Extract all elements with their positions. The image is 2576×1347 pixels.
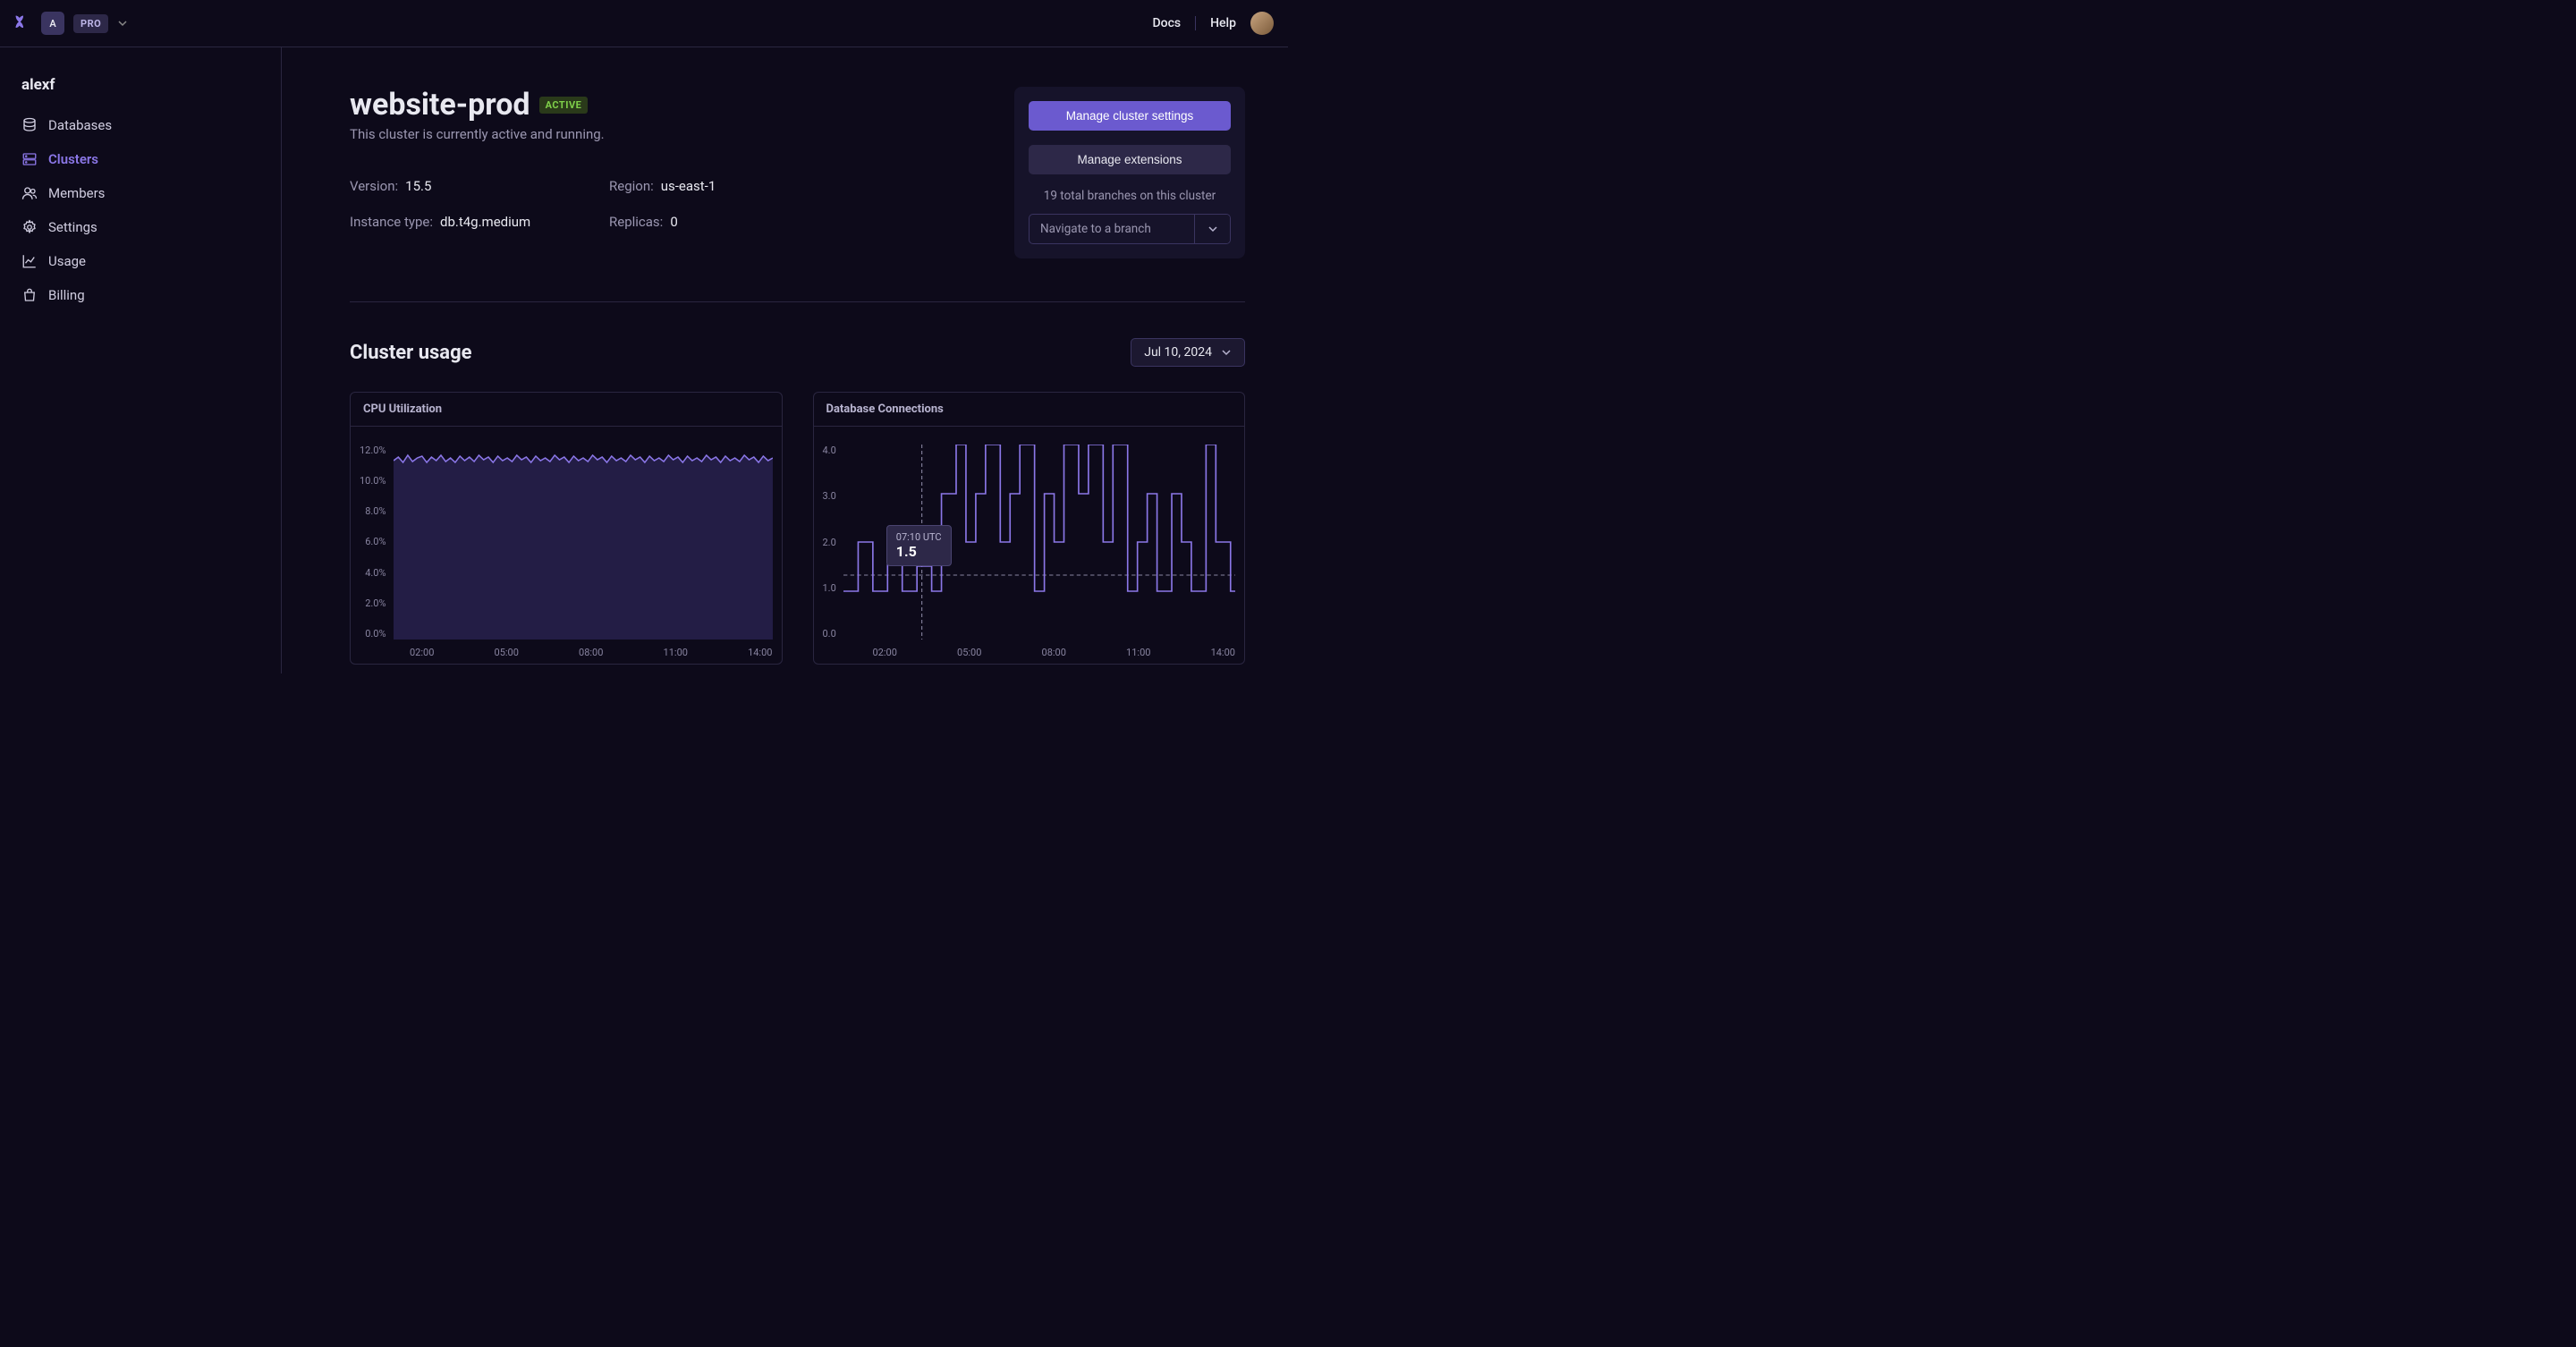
conn-x-axis: 02:00 05:00 08:00 11:00 14:00 — [823, 640, 1236, 658]
cpu-plot[interactable] — [394, 445, 773, 640]
chevron-down-icon — [1221, 347, 1232, 358]
manage-extensions-button[interactable]: Manage extensions — [1029, 145, 1231, 174]
branch-count-note: 19 total branches on this cluster — [1029, 189, 1231, 203]
server-icon — [21, 151, 38, 167]
branch-select-placeholder: Navigate to a branch — [1030, 215, 1194, 243]
date-picker[interactable]: Jul 10, 2024 — [1131, 338, 1245, 367]
instance-value: db.t4g.medium — [440, 214, 530, 230]
sidebar-item-label: Billing — [48, 287, 85, 303]
chevron-down-icon — [1208, 224, 1218, 234]
region-label: Region: — [609, 178, 654, 194]
conn-y-axis: 4.0 3.0 2.0 1.0 0.0 — [823, 445, 843, 640]
sidebar-item-members[interactable]: Members — [14, 176, 267, 210]
version-label: Version: — [350, 178, 398, 194]
users-icon — [21, 185, 38, 201]
database-icon — [21, 117, 38, 133]
sidebar-item-label: Members — [48, 185, 105, 201]
branch-select-toggle[interactable] — [1194, 215, 1230, 243]
sidebar-title: alexf — [14, 76, 267, 108]
docs-link[interactable]: Docs — [1153, 16, 1182, 30]
sidebar-item-usage[interactable]: Usage — [14, 244, 267, 278]
cpu-y-axis: 12.0% 10.0% 8.0% 6.0% 4.0% 2.0% 0.0% — [360, 445, 394, 640]
cpu-chart-title: CPU Utilization — [351, 393, 782, 427]
conn-plot[interactable]: 07:10 UTC 1.5 — [843, 445, 1235, 640]
avatar[interactable] — [1250, 12, 1274, 35]
cpu-x-axis: 02:00 05:00 08:00 11:00 14:00 — [360, 640, 773, 658]
gear-icon — [21, 219, 38, 235]
sidebar-item-databases[interactable]: Databases — [14, 108, 267, 142]
chevron-down-icon[interactable] — [117, 18, 128, 29]
sidebar-item-label: Usage — [48, 253, 86, 269]
sidebar-item-label: Databases — [48, 117, 112, 133]
sidebar-item-billing[interactable]: Billing — [14, 278, 267, 312]
date-value: Jul 10, 2024 — [1144, 345, 1212, 360]
region-value: us-east-1 — [661, 178, 716, 194]
replicas-label: Replicas: — [609, 214, 663, 230]
actions-panel: Manage cluster settings Manage extension… — [1014, 87, 1245, 258]
conn-chart-card: Database Connections 4.0 3.0 2.0 1.0 0.0 — [813, 392, 1246, 665]
divider — [1195, 16, 1196, 30]
org-badge[interactable]: A — [41, 12, 64, 35]
cpu-chart-card: CPU Utilization 12.0% 10.0% 8.0% 6.0% 4.… — [350, 392, 783, 665]
sidebar-item-label: Settings — [48, 219, 97, 235]
cluster-title: website-prod — [350, 87, 530, 123]
version-value: 15.5 — [405, 178, 431, 194]
help-link[interactable]: Help — [1210, 16, 1236, 30]
sidebar-item-settings[interactable]: Settings — [14, 210, 267, 244]
bag-icon — [21, 287, 38, 303]
branch-select[interactable]: Navigate to a branch — [1029, 214, 1231, 244]
manage-settings-button[interactable]: Manage cluster settings — [1029, 101, 1231, 131]
pro-badge: PRO — [73, 14, 108, 33]
status-badge: ACTIVE — [539, 97, 589, 114]
logo-icon — [14, 14, 32, 32]
chart-icon — [21, 253, 38, 269]
usage-title: Cluster usage — [350, 342, 472, 364]
cluster-subtitle: This cluster is currently active and run… — [350, 126, 869, 142]
sidebar-item-clusters[interactable]: Clusters — [14, 142, 267, 176]
conn-chart-title: Database Connections — [814, 393, 1245, 427]
instance-label: Instance type: — [350, 214, 433, 230]
divider — [350, 301, 1245, 302]
sidebar-item-label: Clusters — [48, 151, 98, 167]
replicas-value: 0 — [670, 214, 677, 230]
